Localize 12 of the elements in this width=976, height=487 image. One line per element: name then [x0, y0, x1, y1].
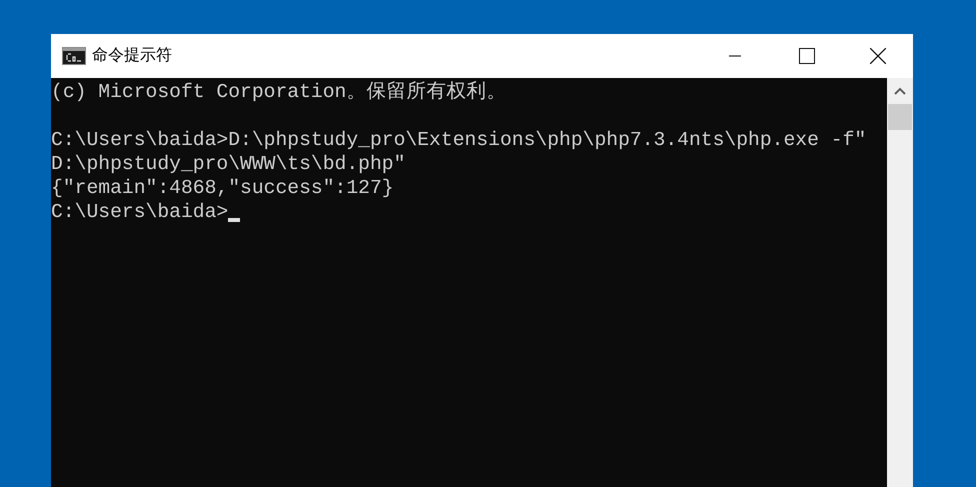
scroll-up-icon[interactable]	[894, 87, 906, 95]
scroll-thumb[interactable]	[888, 104, 912, 130]
command-prompt: C:\Users\baida>	[51, 200, 228, 224]
window-title: 命令提示符	[92, 46, 172, 66]
close-icon	[870, 48, 886, 64]
maximize-icon	[799, 48, 815, 64]
terminal-icon	[62, 47, 86, 65]
console-line: D:\phpstudy_pro\WWW\ts\bd.php"	[51, 152, 406, 176]
console-line: {"remain":4868,"success":127}	[51, 176, 394, 200]
console-line: C:\Users\baida>D:\phpstudy_pro\Extensions\php\php7.3.4nts\php.exe -f"	[51, 128, 866, 152]
console-line: (c) Microsoft Corporation。保留所有权利。	[51, 80, 506, 104]
scrollbar[interactable]	[887, 78, 913, 487]
